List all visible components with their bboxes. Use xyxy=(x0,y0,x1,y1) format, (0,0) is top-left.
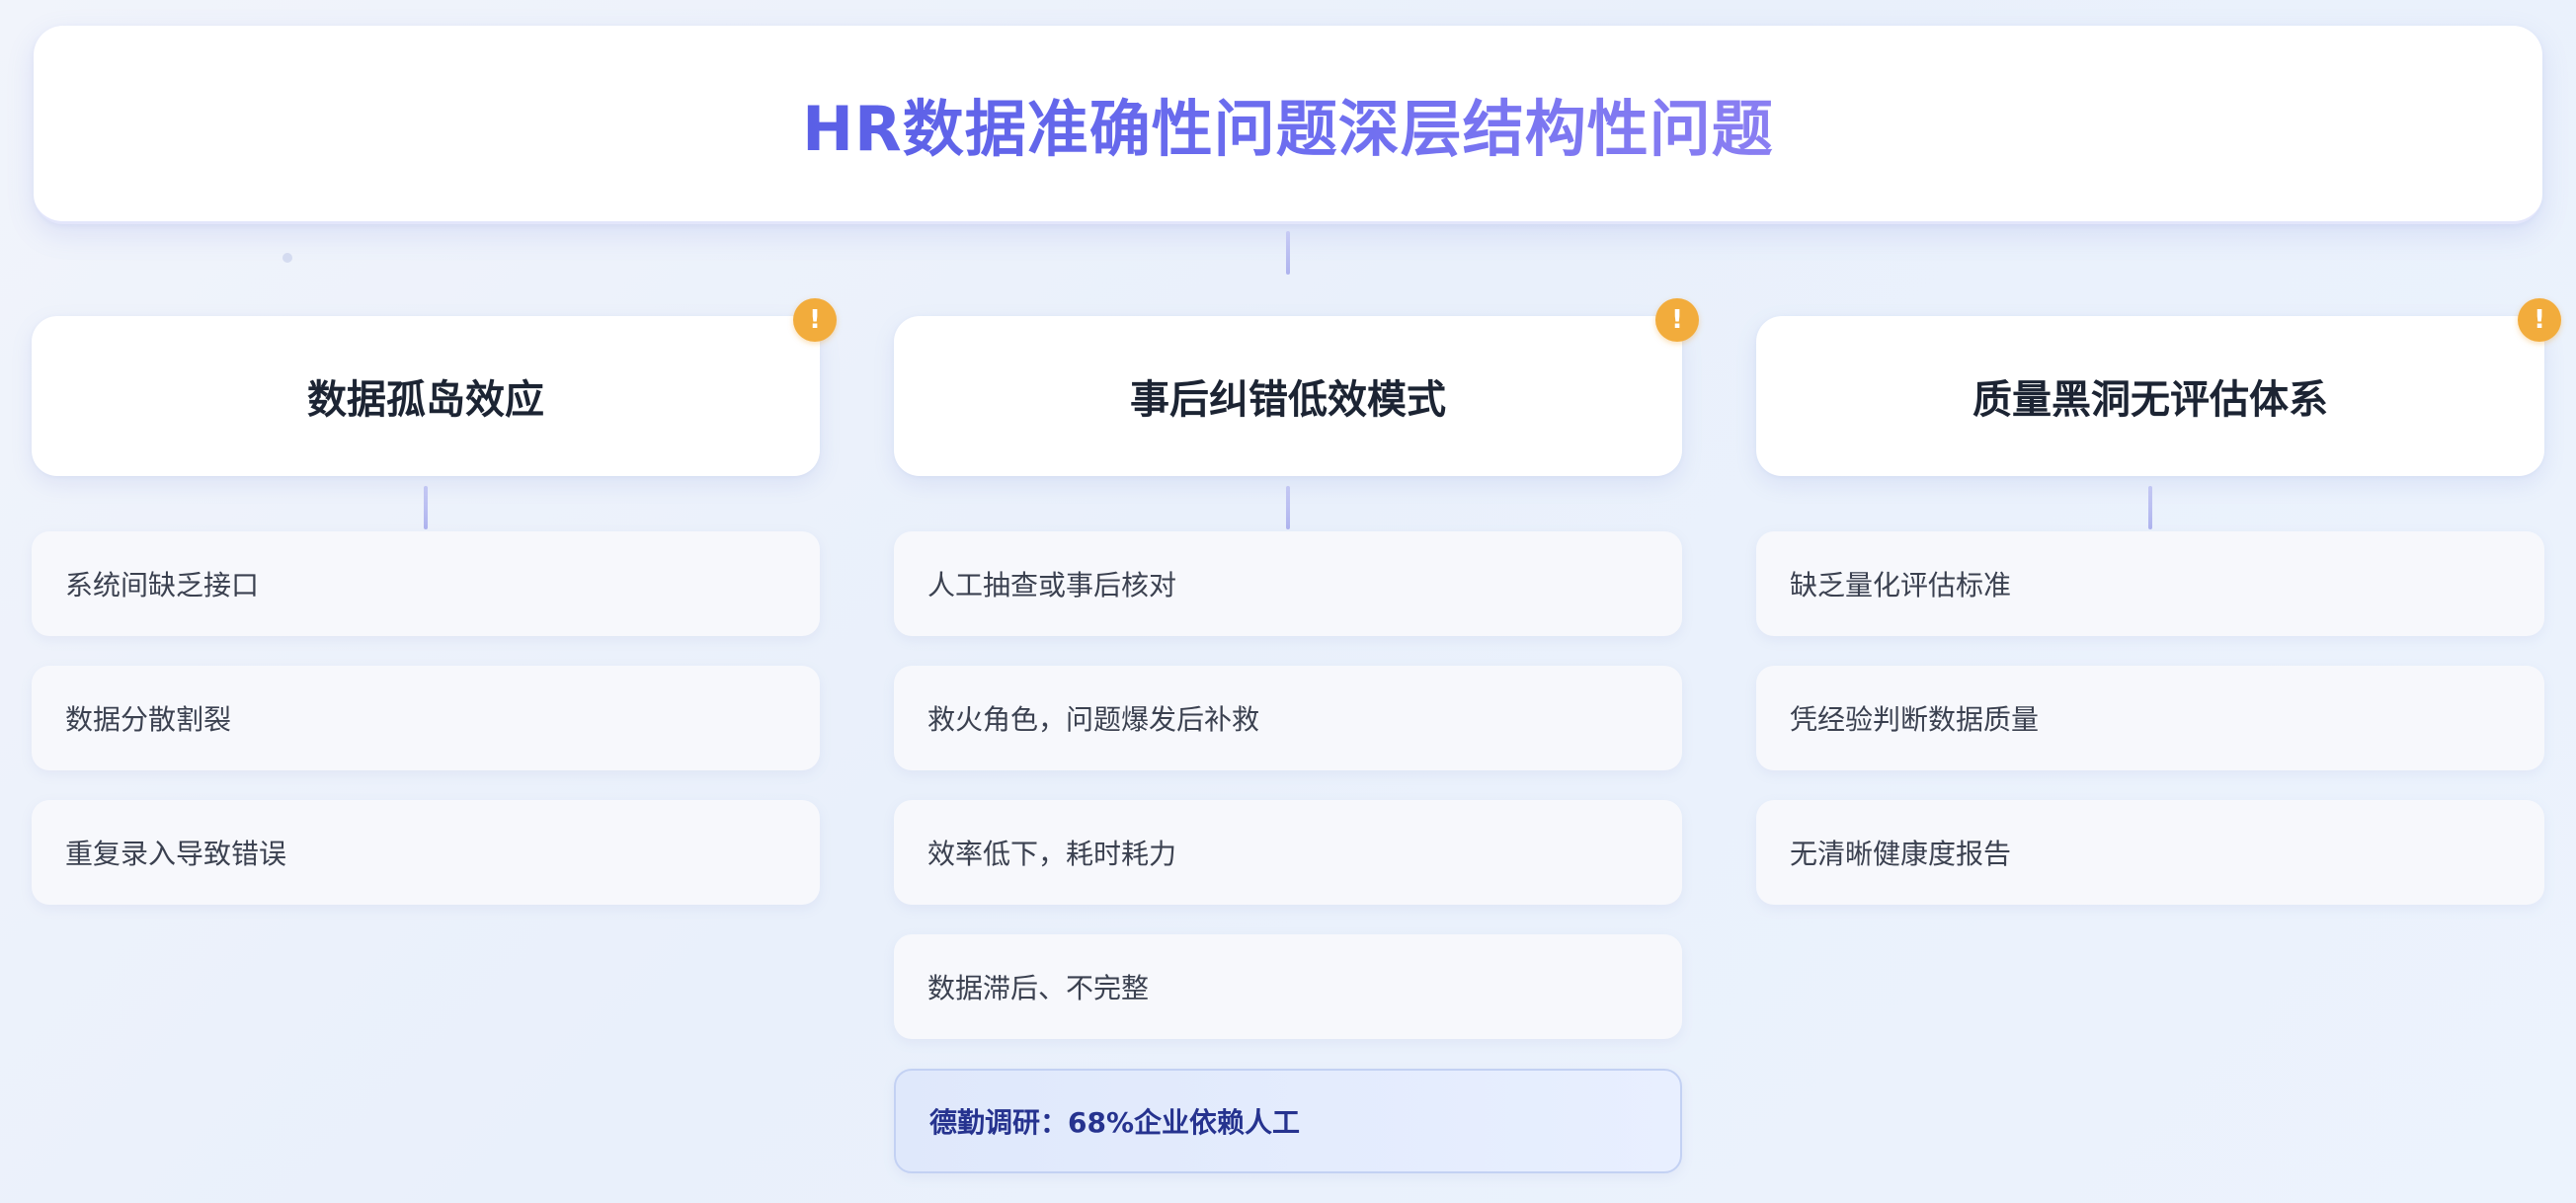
problem-item: 效率低下，耗时耗力 xyxy=(894,800,1682,905)
problem-item: 重复录入导致错误 xyxy=(32,800,820,905)
problem-item: 救火角色，问题爆发后补救 xyxy=(894,666,1682,770)
problem-item: 数据滞后、不完整 xyxy=(894,934,1682,1039)
title-connector xyxy=(1286,231,1290,275)
problem-item: 人工抽查或事后核对 xyxy=(894,531,1682,636)
title-card: HR数据准确性问题深层结构性问题 xyxy=(34,26,2542,224)
problem-item: 缺乏量化评估标准 xyxy=(1756,531,2544,636)
column-heading: 事后纠错低效模式 xyxy=(1130,377,1446,423)
column-header-card: 事后纠错低效模式 ! xyxy=(894,298,1699,476)
problem-list: 人工抽查或事后核对 救火角色，问题爆发后补救 效率低下，耗时耗力 数据滞后、不完… xyxy=(894,531,1682,1173)
problem-column-data-silo: 数据孤岛效应 ! 系统间缺乏接口 数据分散割裂 重复录入导致错误 xyxy=(32,298,837,934)
warning-icon: ! xyxy=(2518,298,2561,342)
decorative-dot xyxy=(282,253,292,263)
column-header-card: 质量黑洞无评估体系 ! xyxy=(1756,298,2561,476)
warning-icon: ! xyxy=(1655,298,1699,342)
problem-item: 系统间缺乏接口 xyxy=(32,531,820,636)
warning-icon: ! xyxy=(793,298,837,342)
survey-highlight: 德勤调研：68%企业依赖人工 xyxy=(894,1069,1682,1173)
page-title: HR数据准确性问题深层结构性问题 xyxy=(802,79,1774,168)
column-header-card: 数据孤岛效应 ! xyxy=(32,298,837,476)
column-heading: 数据孤岛效应 xyxy=(307,377,544,423)
problem-item: 数据分散割裂 xyxy=(32,666,820,770)
problem-item: 凭经验判断数据质量 xyxy=(1756,666,2544,770)
problem-item: 无清晰健康度报告 xyxy=(1756,800,2544,905)
column-heading: 质量黑洞无评估体系 xyxy=(1972,377,2328,423)
problem-list: 缺乏量化评估标准 凭经验判断数据质量 无清晰健康度报告 xyxy=(1756,531,2544,905)
problem-column-reactive-correction: 事后纠错低效模式 ! 人工抽查或事后核对 救火角色，问题爆发后补救 效率低下，耗… xyxy=(894,298,1699,1203)
problem-list: 系统间缺乏接口 数据分散割裂 重复录入导致错误 xyxy=(32,531,820,905)
problem-column-quality-blackhole: 质量黑洞无评估体系 ! 缺乏量化评估标准 凭经验判断数据质量 无清晰健康度报告 xyxy=(1756,298,2561,934)
